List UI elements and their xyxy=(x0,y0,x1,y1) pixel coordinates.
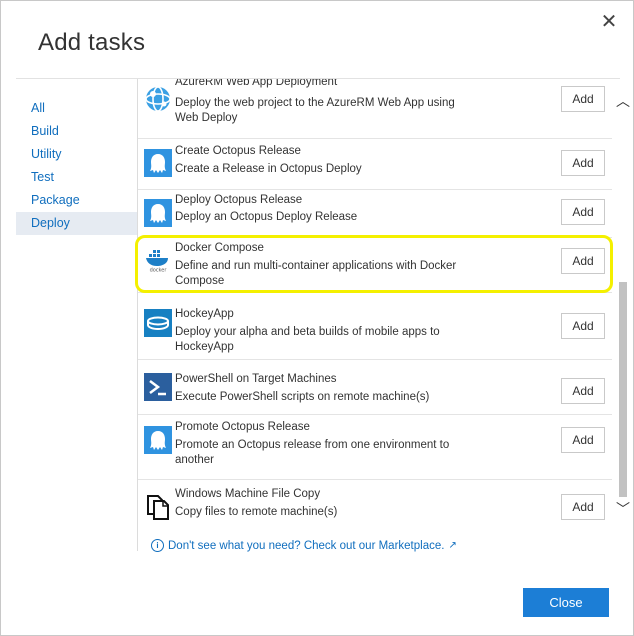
docker-icon: docker xyxy=(144,244,172,274)
sidebar-item-utility[interactable]: Utility xyxy=(16,143,137,166)
powershell-icon xyxy=(144,373,172,401)
svg-text:docker: docker xyxy=(150,268,168,273)
chevron-down-icon[interactable]: ﹀ xyxy=(616,499,630,519)
close-button[interactable]: Close xyxy=(523,588,609,617)
task-description: Define and run multi-container applicati… xyxy=(175,260,457,287)
scrollbar-thumb[interactable] xyxy=(619,282,627,497)
external-link-icon: ↗ xyxy=(448,540,457,551)
sidebar-item-test[interactable]: Test xyxy=(16,166,137,189)
task-name: HockeyApp xyxy=(175,308,234,320)
dialog-title: Add tasks xyxy=(38,29,146,56)
sidebar-item-package[interactable]: Package xyxy=(16,189,137,212)
task-description: Copy files to remote machine(s) xyxy=(175,506,338,518)
task-description: Deploy an Octopus Deploy Release xyxy=(175,211,358,223)
task-name: AzureRM Web App Deployment xyxy=(175,79,338,88)
task-name: Windows Machine File Copy xyxy=(175,488,321,500)
task-item: Deploy Octopus Release Deploy an Octopus… xyxy=(138,190,612,236)
task-item: Create Octopus Release Create a Release … xyxy=(138,139,612,189)
add-tasks-dialog: Add tasks ✕ All Build Utility Test Packa… xyxy=(0,0,634,636)
chevron-up-icon[interactable]: ︿ xyxy=(616,91,630,111)
marketplace-link[interactable]: i Don't see what you need? Check out our… xyxy=(151,539,457,552)
add-task-button[interactable]: Add xyxy=(561,313,605,339)
file-copy-icon xyxy=(144,493,172,521)
octopus-icon xyxy=(144,149,172,177)
octopus-icon xyxy=(144,426,172,454)
close-icon[interactable]: ✕ xyxy=(599,12,619,32)
add-task-button[interactable]: Add xyxy=(561,199,605,225)
sidebar-item-all[interactable]: All xyxy=(16,97,137,120)
sidebar-item-deploy[interactable]: Deploy xyxy=(16,212,137,235)
sidebar-item-build[interactable]: Build xyxy=(16,120,137,143)
task-item: PowerShell on Target Machines Execute Po… xyxy=(138,360,612,410)
task-item: Promote Octopus Release Promote an Octop… xyxy=(138,415,612,479)
add-task-button[interactable]: Add xyxy=(561,248,605,274)
add-task-button[interactable]: Add xyxy=(561,378,605,404)
octopus-icon xyxy=(144,199,172,227)
task-description: Create a Release in Octopus Deploy xyxy=(175,163,362,175)
task-list-scrollbar[interactable]: ︿ ﹀ xyxy=(613,79,632,551)
task-list: AzureRM Web App Deployment Deploy the we… xyxy=(138,79,612,551)
azure-web-app-icon xyxy=(144,85,172,113)
marketplace-link-text[interactable]: Don't see what you need? Check out our M… xyxy=(168,540,444,552)
add-task-button[interactable]: Add xyxy=(561,427,605,453)
add-task-button[interactable]: Add xyxy=(561,150,605,176)
task-name: Deploy Octopus Release xyxy=(175,194,303,206)
add-task-button[interactable]: Add xyxy=(561,86,605,112)
task-name: Docker Compose xyxy=(175,242,264,254)
task-item: docker Docker Compose Define and run mul… xyxy=(138,238,612,292)
add-task-button[interactable]: Add xyxy=(561,494,605,520)
info-icon: i xyxy=(151,539,164,552)
task-name: Promote Octopus Release xyxy=(175,421,310,433)
task-description: Execute PowerShell scripts on remote mac… xyxy=(175,391,430,403)
task-description: Deploy your alpha and beta builds of mob… xyxy=(175,326,440,353)
task-name: PowerShell on Target Machines xyxy=(175,373,337,385)
category-sidebar: All Build Utility Test Package Deploy xyxy=(16,97,137,235)
task-item: HockeyApp Deploy your alpha and beta bui… xyxy=(138,293,612,359)
task-description: Promote an Octopus release from one envi… xyxy=(175,439,450,466)
hockeyapp-icon xyxy=(144,309,172,337)
task-description: Deploy the web project to the AzureRM We… xyxy=(175,97,455,124)
task-item: Windows Machine File Copy Copy files to … xyxy=(138,480,612,536)
task-item: AzureRM Web App Deployment Deploy the we… xyxy=(138,79,612,137)
task-name: Create Octopus Release xyxy=(175,145,301,157)
